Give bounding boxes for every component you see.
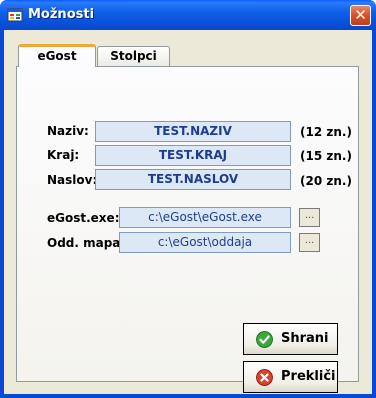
exe-label: eGost.exe: (47, 211, 120, 225)
naziv-label: Naziv: (47, 124, 89, 138)
naslov-hint: (20 zn.) (300, 174, 352, 188)
save-button-label: Shrani (281, 331, 329, 346)
dialog-body: Stolpci eGost Naziv: TEST.NAZIV (12 zn.)… (4, 30, 372, 394)
check-icon (256, 331, 273, 348)
mapa-path-field[interactable]: c:\eGost\oddaja (119, 232, 291, 253)
kraj-hint: (15 zn.) (300, 149, 352, 163)
cancel-icon (256, 369, 273, 386)
cancel-button[interactable]: Prekliči (243, 361, 338, 393)
exe-path-field[interactable]: c:\eGost\eGost.exe (119, 207, 291, 228)
naslov-field[interactable]: TEST.NASLOV (95, 169, 291, 190)
save-button[interactable]: Shrani (243, 323, 338, 355)
exe-browse-button[interactable]: ... (299, 208, 320, 227)
kraj-field[interactable]: TEST.KRAJ (95, 145, 291, 166)
tab-egost[interactable]: eGost (18, 44, 96, 67)
window-title: Možnosti (28, 7, 95, 22)
mapa-browse-button[interactable]: ... (299, 233, 320, 252)
kraj-label: Kraj: (47, 148, 80, 162)
naziv-hint: (12 zn.) (300, 125, 352, 139)
close-button[interactable]: ✕ (350, 5, 371, 26)
cancel-button-label: Prekliči (281, 369, 336, 384)
app-window-icon (7, 8, 23, 22)
close-icon: ✕ (354, 6, 367, 24)
title-bar[interactable]: Možnosti ✕ (0, 0, 376, 30)
tab-stolpci[interactable]: Stolpci (97, 46, 170, 66)
naziv-field[interactable]: TEST.NAZIV (95, 121, 291, 142)
tab-panel-egost: Naziv: TEST.NAZIV (12 zn.) Kraj: TEST.KR… (16, 66, 359, 393)
dialog-window: Možnosti ✕ Stolpci eGost Naziv: TEST.NAZ… (0, 0, 376, 398)
mapa-label: Odd. mapa: (47, 236, 126, 250)
naslov-label: Naslov: (47, 173, 98, 187)
